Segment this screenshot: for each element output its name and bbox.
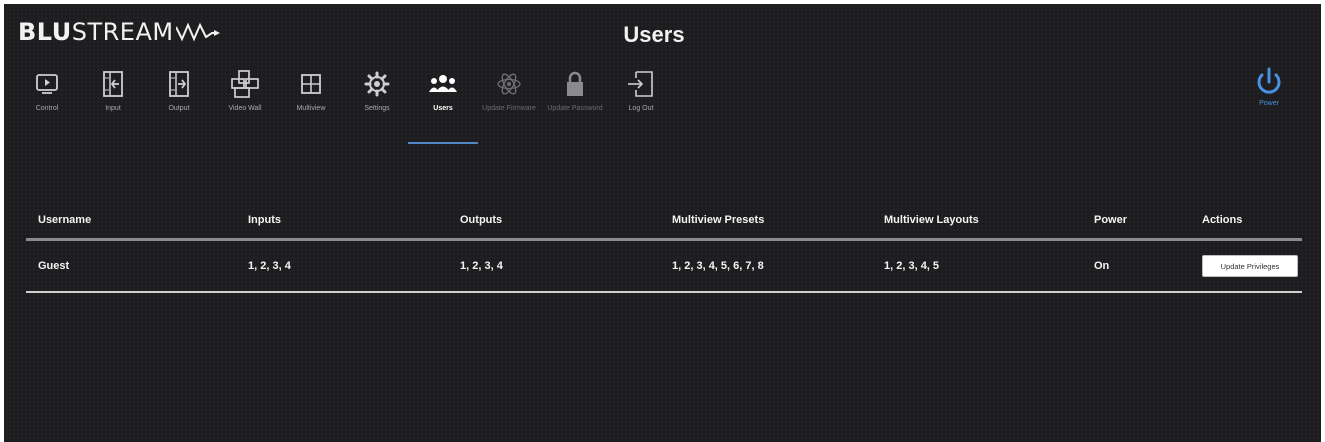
nav-item-video-wall[interactable]: Video Wall (212, 68, 278, 113)
nav-label-input: Input (105, 105, 121, 112)
cell-multiview-presets: 1, 2, 3, 4, 5, 6, 7, 8 (660, 239, 872, 293)
nav-item-settings[interactable]: Settings (344, 68, 410, 113)
cell-outputs: 1, 2, 3, 4 (448, 239, 660, 293)
cell-multiview-layouts: 1, 2, 3, 4, 5 (872, 239, 1082, 293)
nav-label-update-firmware: Update Firmware (482, 105, 536, 112)
column-header-power: Power (1082, 212, 1190, 241)
logo-wave-icon (175, 22, 220, 42)
table-row: Guest 1, 2, 3, 4 1, 2, 3, 4 1, 2, 3, 4, … (26, 239, 1302, 293)
column-header-actions: Actions (1190, 212, 1302, 241)
logo-rest-text: STREAM (71, 18, 174, 46)
video-wall-icon (230, 68, 260, 100)
nav-label-multiview: Multiview (296, 105, 326, 112)
gear-icon (362, 68, 392, 100)
nav-label-settings: Settings (364, 105, 390, 112)
nav-label-log-out: Log Out (628, 105, 654, 112)
multiview-icon (296, 68, 326, 100)
nav-label-output: Output (168, 105, 190, 112)
nav-item-update-password[interactable]: Update Password (542, 68, 608, 113)
nav-label-update-password: Update Password (547, 105, 603, 112)
main-nav: Control Input Output Video Wall Multivie… (14, 68, 674, 144)
power-icon (1257, 67, 1281, 94)
update-privileges-button[interactable]: Update Privileges (1202, 255, 1298, 277)
column-header-multiview-layouts: Multiview Layouts (872, 212, 1082, 241)
nav-label-video-wall: Video Wall (228, 105, 262, 112)
column-header-outputs: Outputs (448, 212, 660, 241)
users-table: Username Inputs Outputs Multiview Preset… (26, 212, 1302, 293)
output-icon (164, 68, 194, 100)
nav-item-output[interactable]: Output (146, 68, 212, 113)
table-header-row: Username Inputs Outputs Multiview Preset… (26, 212, 1302, 241)
cell-actions: Update Privileges (1190, 239, 1302, 293)
column-header-username: Username (26, 212, 236, 241)
control-icon (32, 68, 62, 100)
users-icon (428, 68, 458, 100)
nav-item-users[interactable]: Users (408, 68, 478, 144)
logo-bold-text: BLU (18, 18, 72, 46)
nav-item-multiview[interactable]: Multiview (278, 68, 344, 113)
cell-username: Guest (26, 239, 236, 293)
nav-label-control: Control (35, 105, 59, 112)
nav-item-input[interactable]: Input (80, 68, 146, 113)
power-button[interactable]: Power (1247, 66, 1291, 107)
nav-item-control[interactable]: Control (14, 68, 80, 113)
column-header-multiview-presets: Multiview Presets (660, 212, 872, 241)
cell-power: On (1082, 239, 1190, 293)
nav-label-users: Users (433, 105, 453, 112)
column-header-inputs: Inputs (236, 212, 448, 241)
blustream-logo: BLU STREAM (18, 18, 220, 46)
power-label: Power (1259, 100, 1279, 107)
input-icon (98, 68, 128, 100)
logout-icon (626, 68, 656, 100)
lock-icon (560, 68, 590, 100)
atom-icon (494, 68, 524, 100)
app-window: BLU STREAM Users Control Input Output Vi… (4, 4, 1321, 442)
nav-item-update-firmware[interactable]: Update Firmware (476, 68, 542, 113)
cell-inputs: 1, 2, 3, 4 (236, 239, 448, 293)
page-title: Users (623, 22, 685, 47)
nav-item-log-out[interactable]: Log Out (608, 68, 674, 113)
